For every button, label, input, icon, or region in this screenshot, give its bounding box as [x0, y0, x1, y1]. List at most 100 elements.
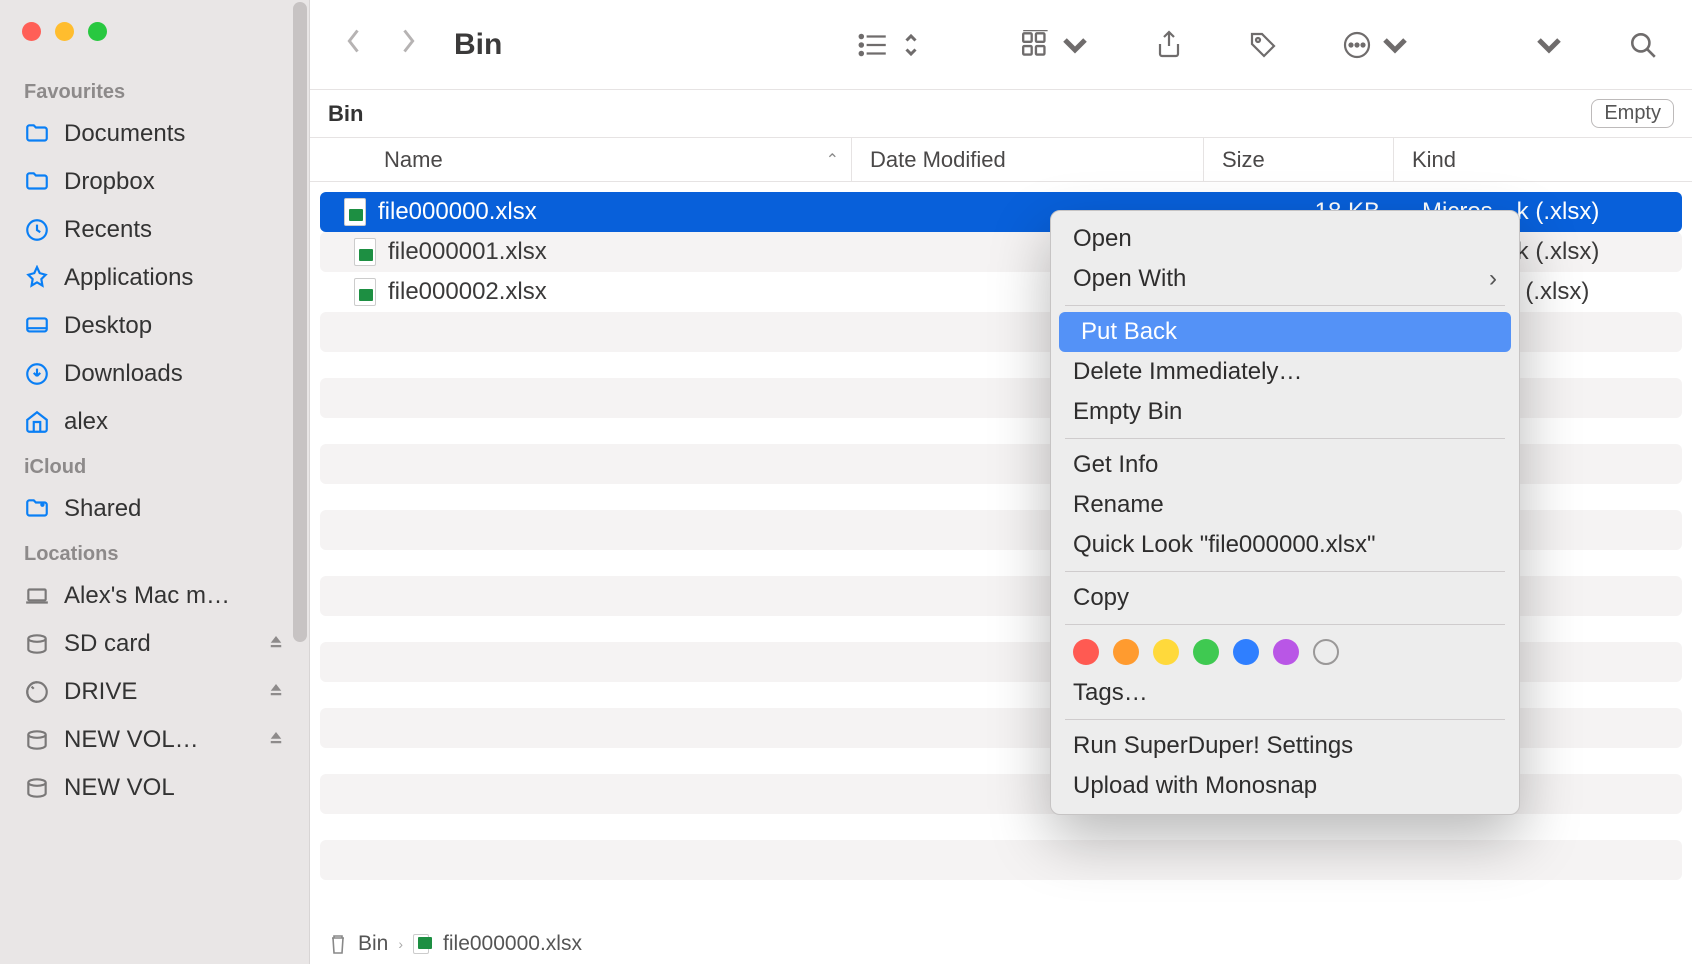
ctx-rename[interactable]: Rename — [1051, 485, 1519, 525]
column-name[interactable]: Name ⌃ — [310, 138, 852, 181]
action-menu-button[interactable] — [1330, 26, 1422, 64]
sidebar-item-home[interactable]: alex — [0, 398, 309, 446]
ctx-quick-look[interactable]: Quick Look "file000000.xlsx" — [1051, 525, 1519, 565]
tag-blue[interactable] — [1233, 639, 1259, 665]
ctx-empty-bin[interactable]: Empty Bin — [1051, 392, 1519, 432]
view-list-button[interactable] — [846, 26, 938, 64]
forward-button[interactable] — [386, 21, 430, 68]
sidebar-scrollbar[interactable] — [291, 0, 309, 964]
sidebar-item-applications[interactable]: Applications — [0, 254, 309, 302]
sidebar-item-sdcard[interactable]: SD card — [0, 620, 309, 668]
sidebar-item-label: Recents — [64, 216, 152, 244]
sidebar-item-dropbox[interactable]: Dropbox — [0, 158, 309, 206]
sidebar-item-label: Downloads — [64, 360, 183, 388]
shared-folder-icon — [24, 496, 50, 522]
tag-purple[interactable] — [1273, 639, 1299, 665]
sidebar-item-label: alex — [64, 408, 108, 436]
sidebar-item-label: NEW VOL — [64, 774, 175, 802]
sidebar-item-newvol2[interactable]: NEW VOL — [0, 764, 309, 802]
sidebar-item-desktop[interactable]: Desktop — [0, 302, 309, 350]
timemachine-icon — [24, 679, 50, 705]
laptop-icon — [24, 583, 50, 609]
separator — [1065, 305, 1505, 306]
desktop-icon — [24, 313, 50, 339]
eject-icon[interactable] — [267, 726, 285, 754]
sort-ascending-icon: ⌃ — [826, 150, 839, 170]
window-title: Bin — [454, 28, 502, 62]
file-name: file000002.xlsx — [388, 278, 547, 306]
ctx-get-info[interactable]: Get Info — [1051, 445, 1519, 485]
file-name: file000000.xlsx — [378, 198, 537, 226]
sidebar-item-drive[interactable]: DRIVE — [0, 668, 309, 716]
tag-red[interactable] — [1073, 639, 1099, 665]
trash-icon — [328, 932, 348, 956]
xlsx-file-icon — [413, 932, 433, 956]
ctx-superduper[interactable]: Run SuperDuper! Settings — [1051, 726, 1519, 766]
sidebar-item-documents[interactable]: Documents — [0, 110, 309, 158]
sidebar-section-locations: Locations — [0, 533, 309, 572]
sidebar-item-newvol[interactable]: NEW VOL… — [0, 716, 309, 764]
sidebar-item-downloads[interactable]: Downloads — [0, 350, 309, 398]
tag-yellow[interactable] — [1153, 639, 1179, 665]
sidebar-item-shared[interactable]: Shared — [0, 485, 309, 533]
close-window-button[interactable] — [22, 22, 41, 41]
disk-icon — [24, 631, 50, 657]
minimize-window-button[interactable] — [55, 22, 74, 41]
path-segment[interactable]: file000000.xlsx — [443, 932, 582, 956]
toolbar: Bin — [310, 0, 1692, 90]
location-name: Bin — [328, 101, 363, 127]
ctx-monosnap[interactable]: Upload with Monosnap — [1051, 766, 1519, 806]
ctx-copy[interactable]: Copy — [1051, 578, 1519, 618]
sidebar-item-label: NEW VOL… — [64, 726, 199, 754]
sidebar-item-label: Alex's Mac m… — [64, 582, 230, 610]
back-button[interactable] — [332, 21, 376, 68]
xlsx-file-icon — [344, 198, 366, 226]
path-segment[interactable]: Bin — [358, 932, 388, 956]
sidebar-item-recents[interactable]: Recents — [0, 206, 309, 254]
dropdown-button[interactable] — [1522, 26, 1576, 64]
group-button[interactable] — [1010, 26, 1102, 64]
empty-bin-button[interactable]: Empty — [1591, 99, 1674, 128]
file-name: file000001.xlsx — [388, 238, 547, 266]
eject-icon[interactable] — [267, 630, 285, 658]
ctx-open-with[interactable]: Open With› — [1051, 259, 1519, 299]
separator — [1065, 624, 1505, 625]
share-button[interactable] — [1142, 26, 1196, 64]
disk-icon — [24, 727, 50, 753]
chevron-right-icon: › — [398, 936, 403, 952]
sidebar-item-label: Dropbox — [64, 168, 155, 196]
search-button[interactable] — [1616, 26, 1670, 64]
tag-green[interactable] — [1193, 639, 1219, 665]
separator — [1065, 571, 1505, 572]
sidebar-item-this-mac[interactable]: Alex's Mac m… — [0, 572, 309, 620]
sidebar-item-label: SD card — [64, 630, 151, 658]
sidebar-item-label: Shared — [64, 495, 141, 523]
tag-none[interactable] — [1313, 639, 1339, 665]
separator — [1065, 719, 1505, 720]
tags-button[interactable] — [1236, 26, 1290, 64]
context-menu: Open Open With› Put Back Delete Immediat… — [1050, 210, 1520, 815]
ctx-delete-immediately[interactable]: Delete Immediately… — [1051, 352, 1519, 392]
disk-icon — [24, 775, 50, 801]
ctx-tag-colors — [1051, 631, 1519, 673]
sidebar-item-label: Documents — [64, 120, 185, 148]
sidebar-item-label: DRIVE — [64, 678, 137, 706]
folder-icon — [24, 121, 50, 147]
column-headers: Name ⌃ Date Modified Size Kind — [310, 138, 1692, 182]
eject-icon[interactable] — [267, 678, 285, 706]
ctx-put-back[interactable]: Put Back — [1059, 312, 1511, 352]
column-kind[interactable]: Kind — [1394, 138, 1692, 181]
fullscreen-window-button[interactable] — [88, 22, 107, 41]
ctx-tags[interactable]: Tags… — [1051, 673, 1519, 713]
chevron-right-icon: › — [1489, 265, 1497, 293]
window-controls — [0, 22, 309, 41]
column-size[interactable]: Size — [1204, 138, 1394, 181]
column-date[interactable]: Date Modified — [852, 138, 1204, 181]
xlsx-file-icon — [354, 238, 376, 266]
ctx-open[interactable]: Open — [1051, 219, 1519, 259]
scrollbar-thumb[interactable] — [293, 2, 307, 642]
main-area: Bin — [310, 0, 1692, 964]
tag-orange[interactable] — [1113, 639, 1139, 665]
sidebar-item-label: Desktop — [64, 312, 152, 340]
location-bar: Bin Empty — [310, 90, 1692, 138]
